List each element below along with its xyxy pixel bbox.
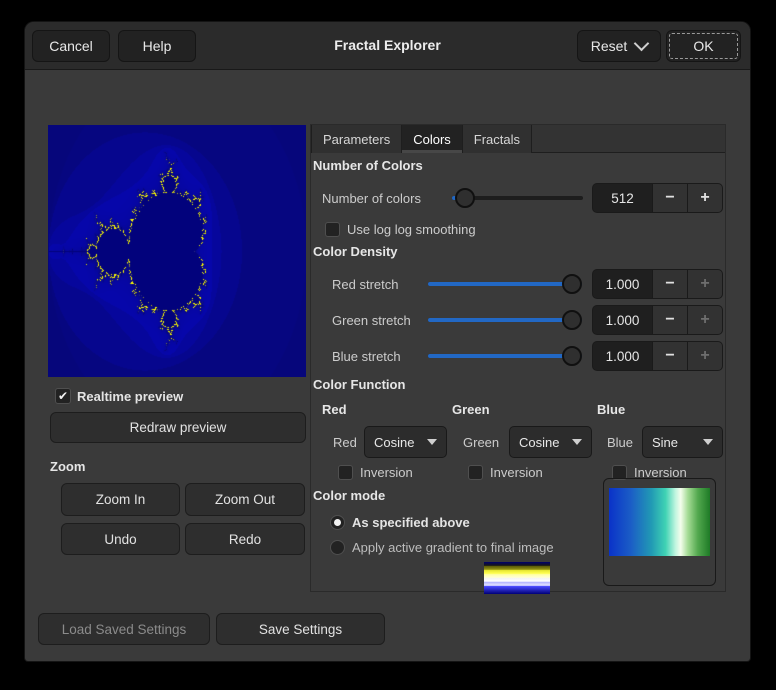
redraw-preview-button[interactable]: Redraw preview [50,412,306,443]
number-of-colors-increment-button[interactable]: + [687,184,722,212]
dropdown-arrow-icon [427,439,437,445]
dropdown-arrow-icon [703,439,713,445]
green-stretch-label: Green stretch [332,313,411,328]
red-stretch-value[interactable]: 1.000 [593,270,652,298]
apply-gradient-label: Apply active gradient to final image [352,540,554,555]
fractal-preview-canvas[interactable] [48,125,306,377]
checkmark-icon: ✔ [56,389,70,403]
number-of-colors-value[interactable]: 512 [593,184,652,212]
green-function-dropdown[interactable]: Cosine [509,426,592,458]
blue-stretch-slider-thumb[interactable] [562,346,582,366]
green-stretch-slider-thumb[interactable] [562,310,582,330]
zoom-in-button[interactable]: Zoom In [61,483,180,516]
red-function-dropdown[interactable]: Cosine [364,426,447,458]
blue-function-dropdown[interactable]: Sine [642,426,723,458]
red-function-label: Red [333,435,357,450]
color-mode-heading: Color mode [313,488,385,503]
color-density-heading: Color Density [313,244,398,259]
green-stretch-value[interactable]: 1.000 [593,306,652,334]
cancel-button[interactable]: Cancel [32,30,110,62]
red-inversion-checkbox[interactable]: ✔ [338,465,353,480]
red-stretch-decrement-button[interactable]: − [652,270,687,298]
blue-stretch-slider[interactable] [428,354,582,358]
colormap-preview-frame [603,478,716,586]
green-function-label: Green [463,435,499,450]
realtime-preview-checkbox[interactable]: ✔ [55,388,71,404]
tab-colors[interactable]: Colors [402,125,463,153]
green-inversion-checkbox[interactable]: ✔ [468,465,483,480]
colormap-preview [609,488,710,556]
blue-stretch-value[interactable]: 1.000 [593,342,652,370]
reset-label: Reset [591,38,628,54]
red-column-header: Red [322,402,347,417]
blue-column-header: Blue [597,402,625,417]
blue-stretch-decrement-button[interactable]: − [652,342,687,370]
green-function-value: Cosine [519,435,559,450]
red-stretch-slider-thumb[interactable] [562,274,582,294]
ok-button[interactable]: OK [666,30,741,62]
chevron-down-icon [634,36,650,52]
red-stretch-label: Red stretch [332,277,398,292]
tab-strip: Parameters Colors Fractals [311,125,725,153]
tab-parameters[interactable]: Parameters [311,125,402,153]
blue-stretch-spinbox: 1.000 − + [592,341,723,371]
zoom-heading: Zoom [50,459,85,474]
red-stretch-slider[interactable] [428,282,582,286]
red-function-value: Cosine [374,435,414,450]
fractal-explorer-dialog: Cancel Help Fractal Explorer Reset OK ✔ … [25,22,750,661]
number-of-colors-spinbox: 512 − + [592,183,723,213]
save-settings-button[interactable]: Save Settings [216,613,385,645]
undo-button[interactable]: Undo [61,523,180,555]
blue-function-label: Blue [607,435,633,450]
realtime-preview-label: Realtime preview [77,389,183,404]
number-of-colors-label: Number of colors [322,191,421,206]
tab-fractals[interactable]: Fractals [463,125,532,153]
blue-function-value: Sine [652,435,678,450]
blue-stretch-label: Blue stretch [332,349,401,364]
header-bar: Cancel Help Fractal Explorer Reset OK [25,22,750,70]
help-button[interactable]: Help [118,30,196,62]
number-of-colors-decrement-button[interactable]: − [652,184,687,212]
redo-button[interactable]: Redo [185,523,305,555]
red-inversion-label: Inversion [360,465,413,480]
as-specified-radio[interactable] [330,515,345,530]
as-specified-label: As specified above [352,515,470,530]
green-stretch-spinbox: 1.000 − + [592,305,723,335]
green-stretch-slider[interactable] [428,318,582,322]
red-stretch-increment-button[interactable]: + [687,270,722,298]
load-saved-settings-button[interactable]: Load Saved Settings [38,613,210,645]
green-stretch-increment-button[interactable]: + [687,306,722,334]
color-function-heading: Color Function [313,377,405,392]
number-of-colors-slider-thumb[interactable] [455,188,475,208]
log-smoothing-checkbox[interactable]: ✔ [325,222,340,237]
active-gradient-button[interactable] [484,562,550,594]
fractal-preview[interactable] [48,125,306,377]
blue-stretch-increment-button[interactable]: + [687,342,722,370]
number-of-colors-heading: Number of Colors [313,158,423,173]
dropdown-arrow-icon [572,439,582,445]
green-inversion-label: Inversion [490,465,543,480]
red-stretch-spinbox: 1.000 − + [592,269,723,299]
reset-button[interactable]: Reset [577,30,661,62]
green-stretch-decrement-button[interactable]: − [652,306,687,334]
green-column-header: Green [452,402,490,417]
apply-gradient-radio[interactable] [330,540,345,555]
log-smoothing-label: Use log log smoothing [347,222,476,237]
zoom-out-button[interactable]: Zoom Out [185,483,305,516]
radio-dot-icon [334,519,341,526]
